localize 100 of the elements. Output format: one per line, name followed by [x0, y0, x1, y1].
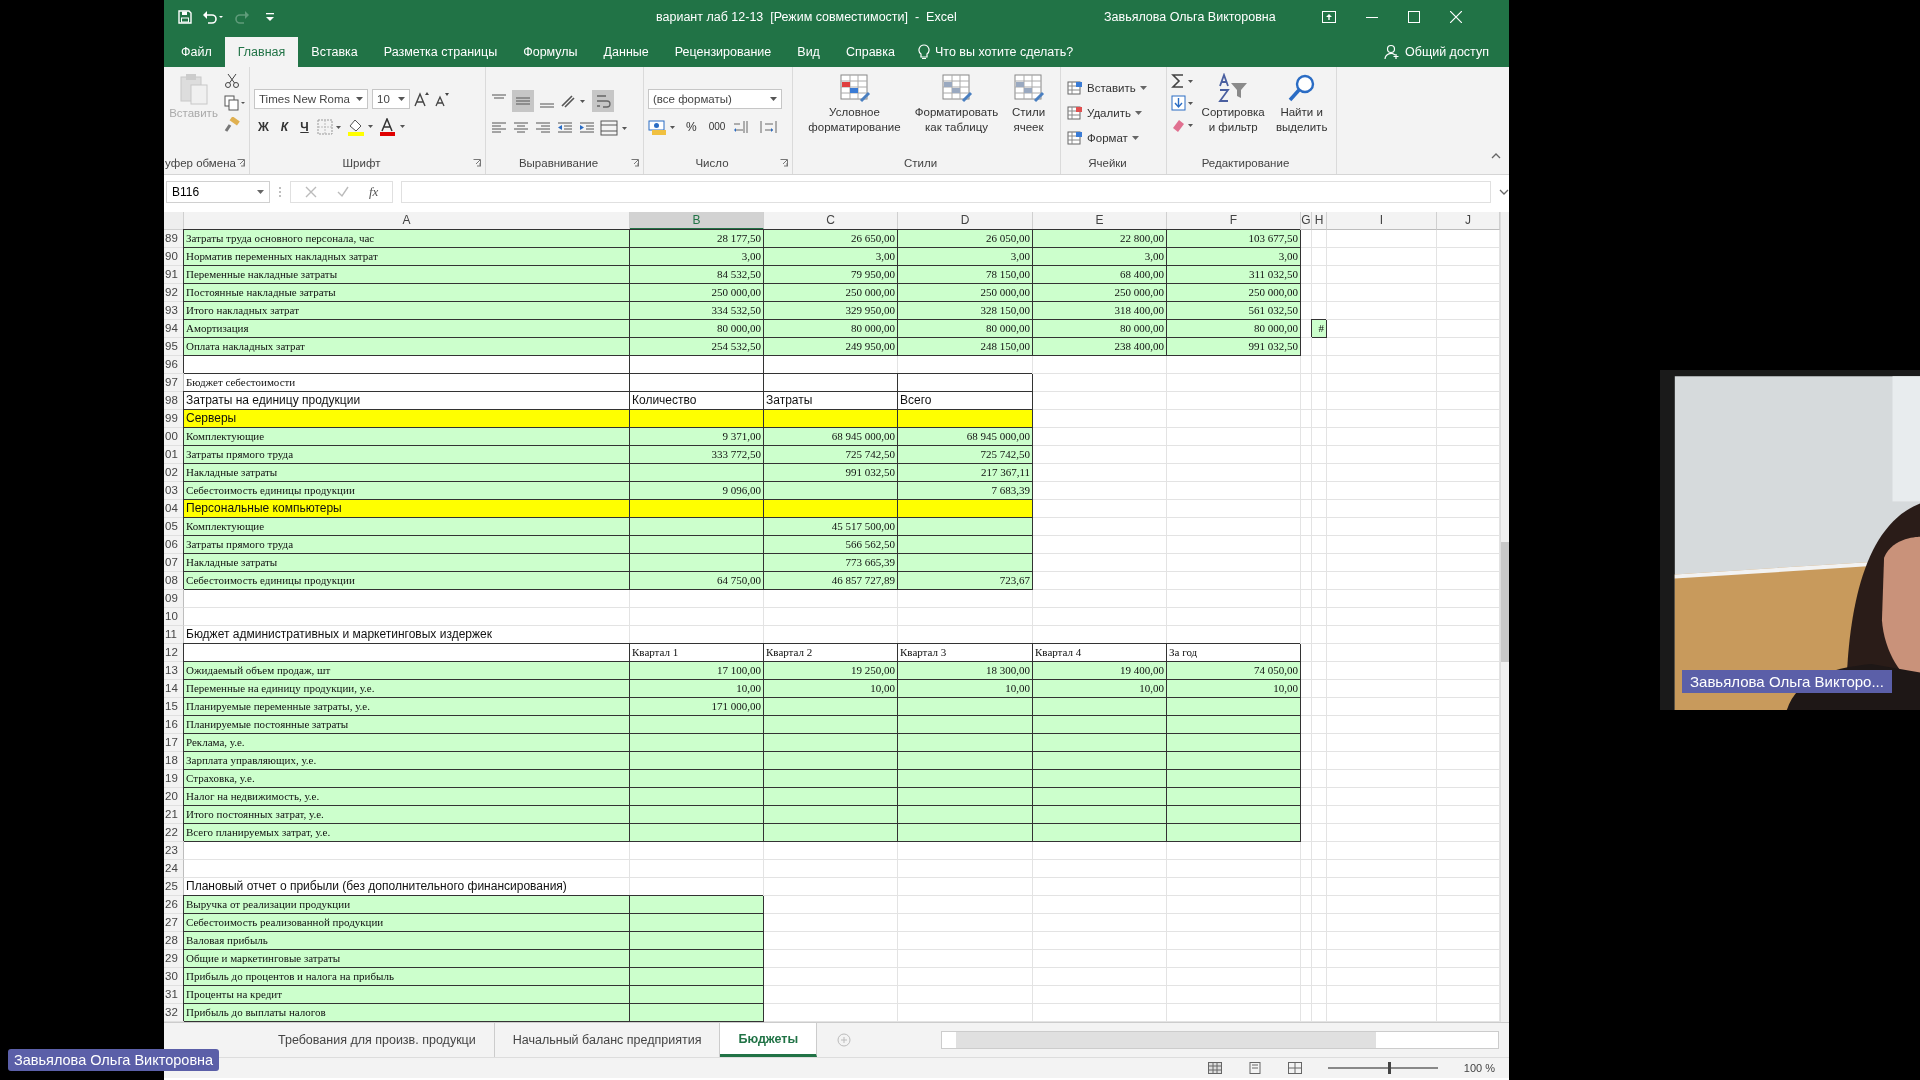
cells-button[interactable]: Формат	[1065, 126, 1141, 149]
cells-button[interactable]: Вставить	[1065, 76, 1149, 99]
ribbon-display-icon[interactable]	[1321, 10, 1336, 23]
expand-icon[interactable]	[1499, 189, 1509, 195]
row-header[interactable]: 24	[164, 860, 184, 878]
row-header[interactable]: 09	[164, 590, 184, 608]
dialog-launcher-icon[interactable]	[780, 159, 788, 167]
column-header[interactable]: C	[764, 212, 898, 230]
styles-button[interactable]: Условное форматирование	[802, 71, 907, 137]
font-color-icon[interactable]	[378, 117, 407, 136]
italic-button[interactable]: К	[276, 116, 293, 137]
row-header[interactable]: 12	[164, 644, 184, 662]
copy-icon[interactable]	[223, 95, 246, 111]
thousands-separator-button[interactable]: 000	[704, 116, 730, 137]
wrap-text-icon[interactable]	[592, 89, 614, 112]
row-header[interactable]: 27	[164, 914, 184, 932]
row-header[interactable]: 19	[164, 770, 184, 788]
customize-toolbar-icon[interactable]	[266, 11, 274, 22]
row-header[interactable]: 03	[164, 482, 184, 500]
sum-icon[interactable]	[1171, 73, 1195, 89]
column-header[interactable]: A	[184, 212, 630, 230]
number-format-dropdown[interactable]: (все форматы)	[648, 88, 782, 109]
font-name-dropdown[interactable]: Times New Roma	[254, 88, 368, 109]
row-header[interactable]: 31	[164, 986, 184, 1004]
row-header[interactable]: 32	[164, 1004, 184, 1022]
row-header[interactable]: 08	[164, 572, 184, 590]
ribbon-tab[interactable]: Вставка	[298, 37, 371, 67]
share-button[interactable]: Общий доступ	[1378, 37, 1495, 67]
fill-down-icon[interactable]	[1171, 95, 1195, 111]
ribbon-tab[interactable]: Рецензирование	[661, 37, 785, 67]
row-header[interactable]: 11	[164, 626, 184, 644]
fill-color-icon[interactable]	[346, 117, 375, 136]
scissors-icon[interactable]	[223, 73, 240, 89]
shrink-font-icon[interactable]	[434, 90, 450, 107]
row-header[interactable]: 07	[164, 554, 184, 572]
row-header[interactable]: 06	[164, 536, 184, 554]
row-header[interactable]: 16	[164, 716, 184, 734]
font-size-dropdown[interactable]: 10	[372, 88, 410, 109]
vertical-scrollbar[interactable]	[1500, 212, 1509, 1022]
dialog-launcher-icon[interactable]	[473, 159, 481, 167]
row-header[interactable]: 15	[164, 698, 184, 716]
row-header[interactable]: 17	[164, 734, 184, 752]
row-header[interactable]: 29	[164, 950, 184, 968]
row-header[interactable]: 90	[164, 248, 184, 266]
row-header[interactable]: 02	[164, 464, 184, 482]
row-header[interactable]: 13	[164, 662, 184, 680]
normal-view-icon[interactable]	[1207, 1062, 1222, 1074]
sheet-tab[interactable]: Бюджеты	[720, 1023, 818, 1057]
column-header[interactable]: F	[1167, 212, 1301, 230]
close-icon[interactable]	[1449, 10, 1462, 23]
tell-me-field[interactable]: Что вы хотите сделать?	[934, 45, 1074, 59]
maximize-icon[interactable]	[1407, 10, 1420, 23]
row-header[interactable]: 20	[164, 788, 184, 806]
find-select-button[interactable]: Найти и выделить	[1271, 71, 1332, 137]
row-header[interactable]: 94	[164, 320, 184, 338]
row-header[interactable]: 23	[164, 842, 184, 860]
row-header[interactable]: 95	[164, 338, 184, 356]
formula-field[interactable]	[401, 181, 1491, 203]
row-header[interactable]: 04	[164, 500, 184, 518]
row-header[interactable]: 00	[164, 428, 184, 446]
save-icon[interactable]	[178, 9, 192, 24]
styles-button[interactable]: Стили ячеек	[1006, 71, 1051, 137]
page-layout-icon[interactable]	[1247, 1062, 1262, 1074]
row-header[interactable]: 30	[164, 968, 184, 986]
column-header[interactable]: H	[1312, 212, 1327, 230]
cells-button[interactable]: Удалить	[1065, 101, 1144, 124]
column-header[interactable]: I	[1327, 212, 1437, 230]
row-header[interactable]: 21	[164, 806, 184, 824]
underline-button[interactable]: Ч	[296, 116, 313, 137]
column-header[interactable]: J	[1437, 212, 1500, 230]
row-header[interactable]: 96	[164, 356, 184, 374]
row-header[interactable]: 18	[164, 752, 184, 770]
row-header[interactable]: 25	[164, 878, 184, 896]
collapse-ribbon-icon[interactable]	[1491, 153, 1501, 159]
align-right-icon[interactable]	[534, 119, 552, 136]
row-header[interactable]: 93	[164, 302, 184, 320]
styles-button[interactable]: Форматировать как таблицу	[910, 71, 1003, 137]
align-middle-icon[interactable]	[512, 89, 534, 112]
grow-font-icon[interactable]	[414, 90, 430, 107]
horizontal-scrollbar[interactable]	[941, 1031, 1499, 1049]
name-box[interactable]: B116	[166, 181, 270, 203]
ribbon-tab[interactable]: Файл	[168, 37, 225, 67]
sort-filter-button[interactable]: Сортировка и фильтр	[1199, 71, 1268, 137]
decrease-indent-icon[interactable]	[556, 119, 574, 136]
dialog-launcher-icon[interactable]	[237, 159, 245, 167]
row-header[interactable]: 26	[164, 896, 184, 914]
insert-function-button[interactable]: fx	[369, 184, 379, 200]
merge-cells-icon[interactable]	[600, 119, 630, 136]
row-header[interactable]: 14	[164, 680, 184, 698]
row-header[interactable]: 01	[164, 446, 184, 464]
align-center-icon[interactable]	[512, 119, 530, 136]
column-header[interactable]: D	[898, 212, 1033, 230]
page-break-icon[interactable]	[1287, 1062, 1302, 1074]
undo-icon[interactable]	[202, 9, 224, 24]
column-header[interactable]: E	[1033, 212, 1167, 230]
ribbon-tab[interactable]: Данные	[590, 37, 662, 67]
row-header[interactable]: 10	[164, 608, 184, 626]
zoom-slider-thumb[interactable]	[1388, 1062, 1392, 1074]
dialog-launcher-icon[interactable]	[631, 159, 639, 167]
ribbon-tab[interactable]: Вид	[784, 37, 833, 67]
